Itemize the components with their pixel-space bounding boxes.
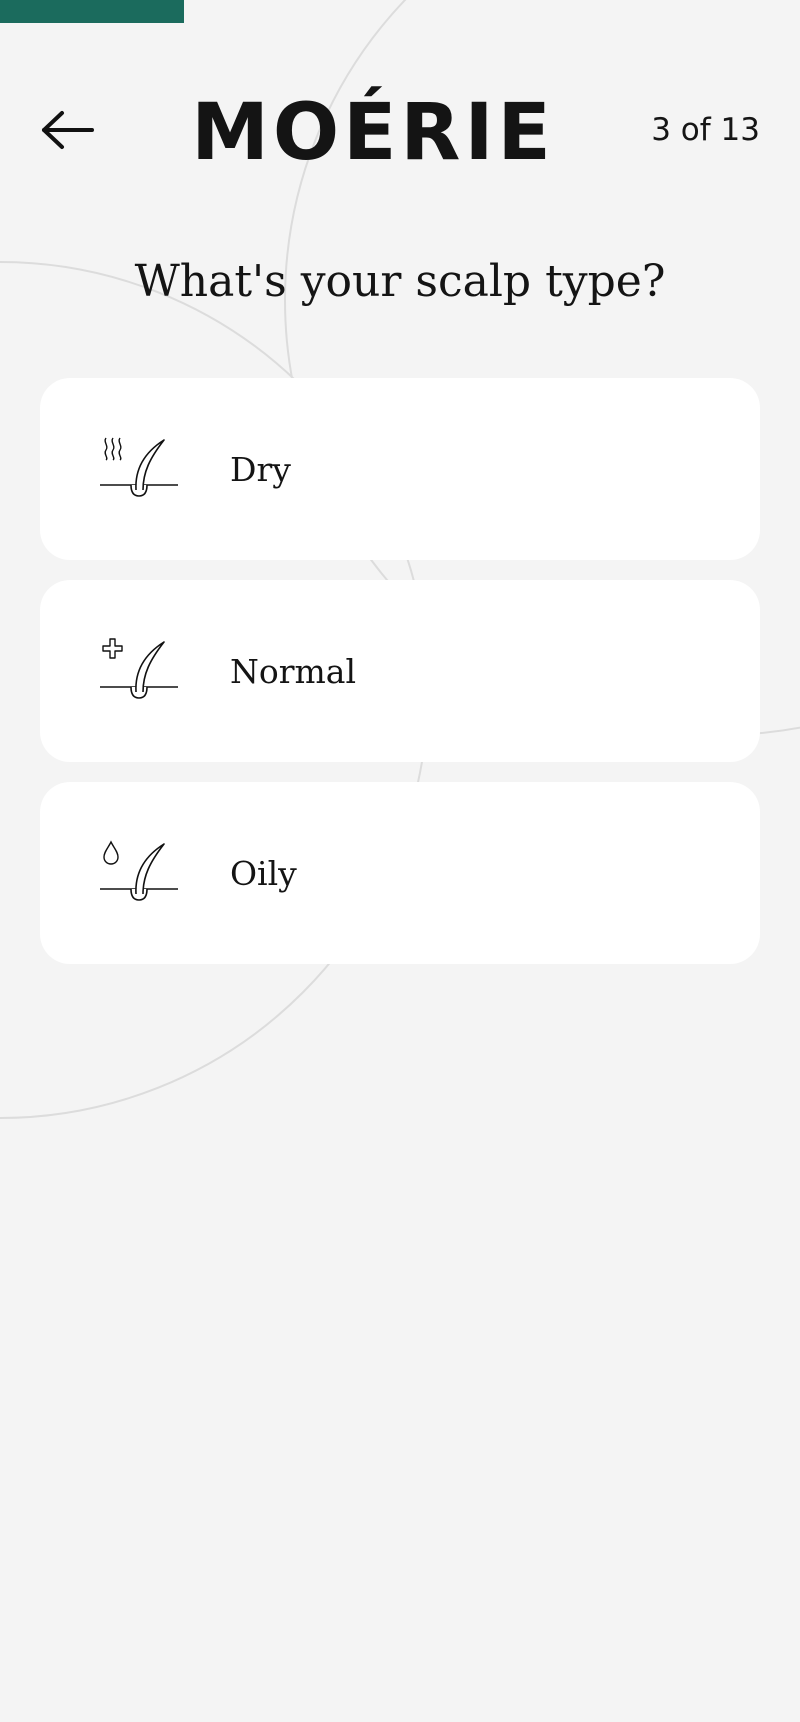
progress-bar: [0, 0, 800, 23]
option-label: Dry: [230, 449, 291, 489]
arrow-left-icon: [42, 111, 94, 149]
option-oily[interactable]: Oily: [40, 782, 760, 964]
option-label: Oily: [230, 853, 297, 893]
brand-logo-text: MOÉRIE: [191, 88, 555, 178]
options-list: Dry Normal Oily: [40, 378, 760, 984]
brand-logo: MOÉRIE: [191, 88, 551, 172]
dry-scalp-icon: [100, 437, 178, 497]
step-counter: 3 of 13: [651, 112, 760, 148]
option-normal[interactable]: Normal: [40, 580, 760, 762]
option-dry[interactable]: Dry: [40, 378, 760, 560]
progress-bar-fill: [0, 0, 184, 23]
normal-scalp-icon: [100, 638, 178, 699]
oily-scalp-icon: [100, 840, 178, 901]
option-label: Normal: [230, 651, 357, 691]
question-title: What's your scalp type?: [134, 256, 666, 307]
back-button[interactable]: [36, 100, 100, 160]
